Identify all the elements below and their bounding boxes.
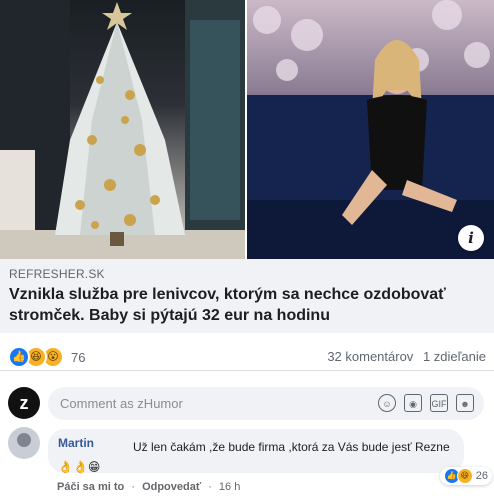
shares-count[interactable]: 1 zdieľanie [423,349,486,364]
sticker-icon[interactable]: ☻ [456,394,474,412]
engagement-counts: 32 komentárov 1 zdieľanie [321,349,486,364]
comment-actions: Páči sa mi to · Odpovedať · 16 h [57,481,240,493]
commenter-avatar[interactable] [8,427,40,459]
reaction-count[interactable]: 76 [71,350,85,365]
page-avatar[interactable]: z [8,387,40,419]
link-preview[interactable]: REFRESHER.SK Vznikla služba pre lenivcov… [0,259,494,333]
separator-dot: · [208,481,212,493]
camera-icon[interactable]: ◉ [404,394,422,412]
post-photos[interactable]: i [0,0,494,259]
comment-reactions[interactable]: 👍 😆 26 [439,467,492,485]
photo-christmas-tree[interactable] [0,0,245,259]
gif-icon[interactable]: GIF [430,394,448,412]
link-title[interactable]: Vznikla služba pre lenivcov, ktorým sa n… [9,284,479,326]
comment-timestamp[interactable]: 16 h [219,481,240,493]
comment-reply-button[interactable]: Odpovedať [142,481,201,493]
separator-dot: · [131,481,135,493]
comment-input[interactable]: Comment as zHumor ☺ ◉ GIF ☻ [48,387,484,420]
comment-input-placeholder: Comment as zHumor [60,396,183,411]
emoji-icon[interactable]: ☺ [378,394,396,412]
comment-like-button[interactable]: Páči sa mi to [57,481,124,493]
composer-icons: ☺ ◉ GIF ☻ [370,394,474,412]
link-domain: REFRESHER.SK [9,267,105,281]
christmas-tree-illustration [0,0,245,259]
post-stats: 👍 😆 😮 76 32 komentárov 1 zdieľanie [0,340,494,371]
comment-text: Už len čakám ,že bude firma ,ktorá za Vá… [58,440,450,474]
info-icon[interactable]: i [458,225,484,251]
comment-bubble: Martin Už len čakám ,že bude firma ,ktor… [48,429,492,485]
comment-composer: z Comment as zHumor ☺ ◉ GIF ☻ [0,384,494,424]
comments-count[interactable]: 32 komentárov [327,349,413,364]
reactions-summary[interactable]: 👍 😆 😮 76 [8,346,85,368]
comment-reaction-count: 26 [475,470,488,482]
comment-item: Martin Už len čakám ,že bude firma ,ktor… [0,426,494,499]
woman-photo-illustration [247,0,494,259]
like-reaction-icon: 👍 [8,346,30,368]
haha-reaction-icon: 😆 [456,468,473,484]
photo-woman[interactable]: i [247,0,494,259]
